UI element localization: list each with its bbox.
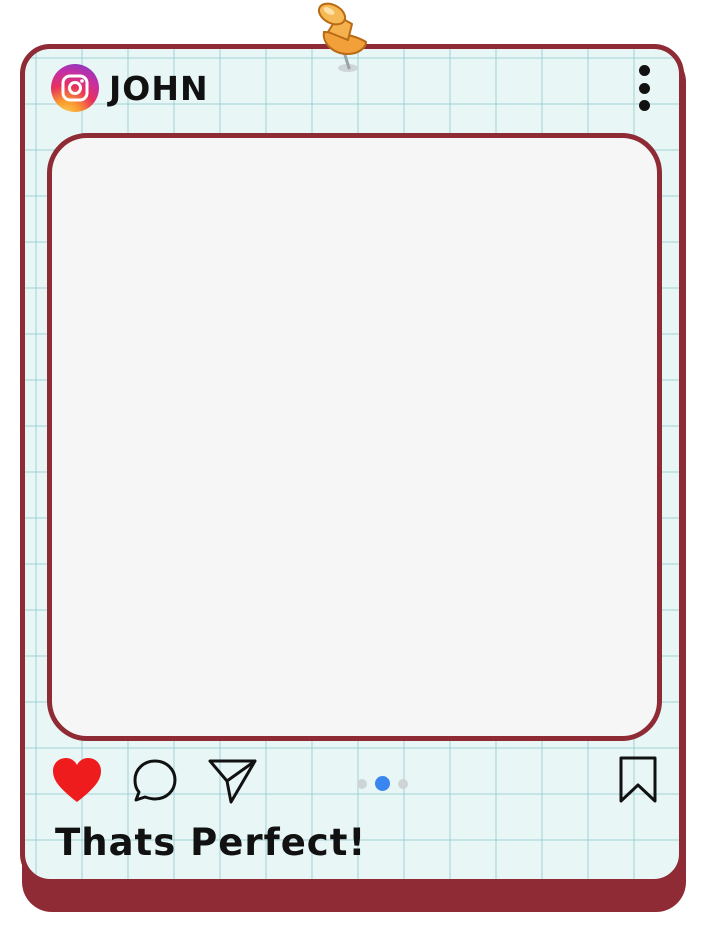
carousel-dot-active[interactable] (375, 776, 390, 791)
action-bar (51, 755, 663, 811)
more-vertical-icon[interactable] (637, 65, 651, 111)
post-header: JOHN (51, 63, 209, 113)
username[interactable]: JOHN (109, 69, 209, 108)
pushpin-icon (308, 2, 378, 78)
heart-icon[interactable] (51, 757, 103, 809)
instagram-icon (51, 64, 99, 112)
carousel-indicator (357, 776, 408, 791)
carousel-dot[interactable] (357, 778, 367, 789)
bookmark-icon[interactable] (617, 755, 659, 809)
photo-frame (47, 133, 662, 741)
carousel-dot[interactable] (398, 778, 408, 789)
comment-icon[interactable] (131, 757, 179, 809)
send-icon[interactable] (207, 755, 259, 811)
post-card: JOHN Thats Perfect! (20, 44, 684, 884)
post-caption: Thats Perfect! (55, 821, 367, 864)
